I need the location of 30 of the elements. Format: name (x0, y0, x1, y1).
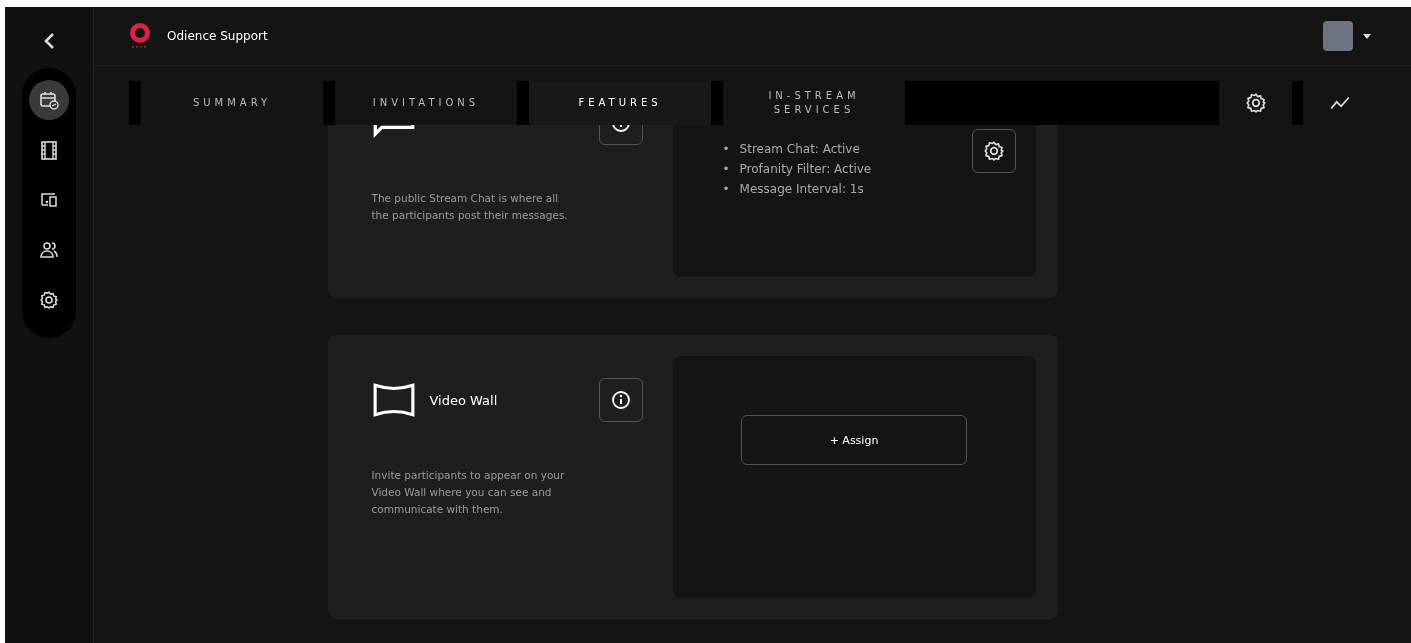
sidebar-item[interactable] (29, 80, 69, 120)
film-icon (39, 140, 59, 160)
settings-button[interactable] (971, 129, 1016, 173)
bullet: • (722, 181, 730, 198)
settings-icon (1244, 92, 1267, 114)
calendar-icon (39, 90, 59, 110)
video-wall-icon (371, 382, 416, 418)
setting-status: Profanity Filter: Active (739, 161, 872, 178)
info-icon (610, 390, 631, 410)
feature-description: Invite participants to appear on your Video Wall where you can see and communicate with them. (371, 468, 566, 517)
people-icon (39, 240, 59, 260)
tab[interactable]: SUMMARY (141, 81, 323, 125)
back-icon[interactable] (43, 32, 55, 50)
bullet: • (722, 161, 730, 178)
devices-icon (39, 190, 59, 210)
caret-icon[interactable] (1363, 33, 1371, 39)
account-name: Odience Support (167, 29, 268, 43)
feature-title: Video Wall (429, 392, 498, 408)
settings-icon (982, 140, 1005, 162)
tab[interactable]: INVITATIONS (335, 81, 517, 125)
setting-status: Message Interval: 1s (739, 181, 864, 198)
settings-icon (39, 290, 59, 310)
feature-description: The public Stream Chat is where all the participants post their messages. (371, 191, 569, 223)
assign-button[interactable]: + Assign (741, 415, 967, 465)
setting-status: Stream Chat: Active (739, 141, 860, 158)
tab[interactable]: FEATURES (529, 81, 711, 125)
bullet: • (722, 141, 730, 158)
info-button[interactable] (598, 378, 643, 422)
tab[interactable]: IN-STREAM SERVICES (723, 81, 905, 125)
logo-icon (129, 23, 151, 49)
